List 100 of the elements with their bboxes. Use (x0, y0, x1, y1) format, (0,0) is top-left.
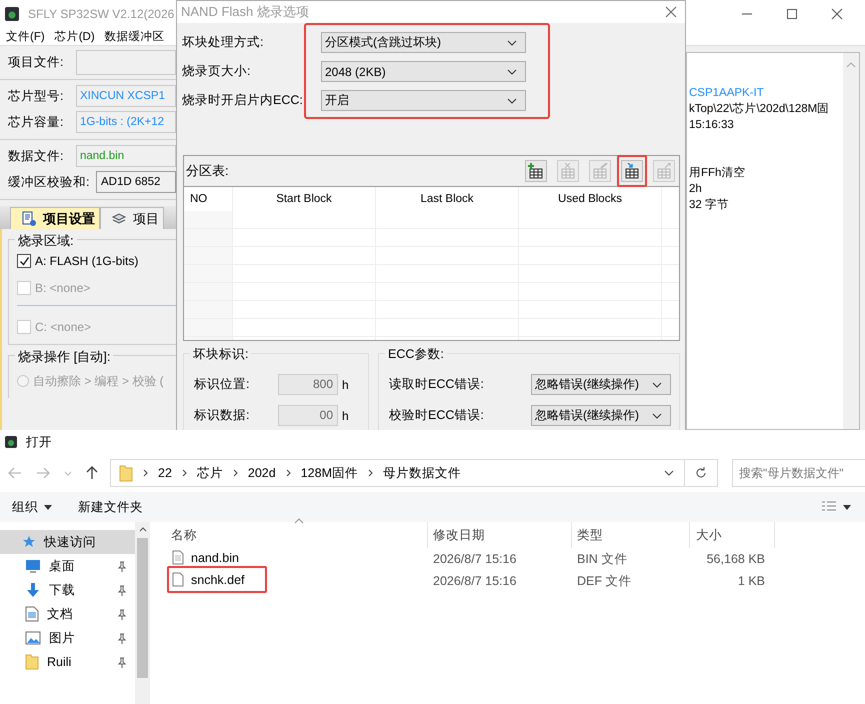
chevron-down-icon (507, 40, 517, 46)
breadcrumb-item[interactable]: 母片数据文件 (383, 464, 461, 482)
checkbox-label: A: FLASH (1G-bits) (35, 254, 138, 268)
dropdown[interactable]: 忽略错误(继续操作) (531, 374, 671, 395)
tab[interactable]: 项目设置 (10, 207, 100, 229)
sidebar-item[interactable]: 桌面 (0, 554, 135, 578)
maximize-icon[interactable] (786, 8, 798, 20)
close-icon[interactable] (665, 6, 677, 18)
field-label: 标识数据: (194, 407, 250, 424)
scroll-up-icon[interactable] (138, 526, 146, 532)
import-button[interactable] (621, 160, 643, 182)
chevron-down-icon[interactable] (664, 470, 674, 476)
log-line: 用FFh清空 (689, 165, 746, 181)
field-label: 读取时ECC错误: (389, 376, 485, 393)
field-label: 数据文件: (8, 148, 64, 164)
export-button[interactable] (653, 160, 675, 182)
table-row[interactable] (184, 319, 679, 337)
app-icon (4, 6, 20, 22)
caret-icon[interactable] (843, 504, 851, 510)
picture-icon (25, 631, 41, 645)
sidebar-item[interactable]: 下载 (0, 578, 135, 602)
project-file-field[interactable] (76, 50, 176, 74)
download-arrow-icon (25, 582, 41, 598)
address-bar[interactable]: 22 芯片 202d 128M固件 母片数据文件 (110, 459, 685, 487)
table-cell-text: 1 KB (736, 574, 766, 588)
input-field: 800 (278, 374, 338, 395)
dropdown[interactable]: 开启 (321, 90, 526, 111)
checkbox-label: C: <none> (35, 320, 92, 334)
column-header[interactable]: 修改日期 (428, 522, 572, 548)
table-row[interactable] (184, 211, 679, 229)
column-header[interactable]: Last Block (376, 187, 519, 211)
dropdown[interactable]: 忽略错误(继续操作) (531, 405, 671, 426)
search-field[interactable]: 搜索"母片数据文件" (732, 459, 865, 487)
column-header[interactable]: Used Blocks (519, 187, 662, 211)
menu-item[interactable]: 文件(F) (6, 28, 45, 44)
table-row[interactable] (184, 247, 679, 265)
table-row[interactable] (184, 283, 679, 301)
field-label: 芯片型号: (8, 88, 64, 104)
unit-label: h (342, 408, 349, 422)
sidebar-item[interactable]: Ruili (0, 650, 135, 674)
sidebar-item[interactable]: 快速访问 (0, 530, 135, 554)
chip-field: 1G-bits : (2K+12 (76, 111, 176, 133)
breadcrumb-item[interactable]: 22 (158, 466, 172, 480)
tab[interactable]: 项目 (100, 207, 164, 229)
checkbox[interactable] (17, 254, 31, 268)
folder-icon (25, 654, 39, 670)
file-name[interactable]: snchk.def (191, 572, 245, 586)
chevron-right-icon (286, 469, 291, 477)
input-field: 00 (278, 405, 338, 426)
chevron-down-icon (507, 68, 517, 74)
group-title: 烧录操作 [自动]: (15, 348, 114, 366)
close-icon[interactable] (831, 8, 843, 20)
field-label: 缓冲区校验和: (8, 174, 90, 190)
sidebar-item[interactable]: 文档 (0, 602, 135, 626)
field-label: 标识位置: (194, 376, 250, 393)
toolbar-button[interactable]: 组织 (12, 498, 52, 516)
breadcrumb-item[interactable]: 202d (248, 466, 276, 480)
unit-label: h (342, 378, 349, 392)
table-row[interactable] (184, 229, 679, 247)
refresh-button[interactable] (684, 459, 718, 487)
dropdown[interactable]: 2048 (2KB) (321, 61, 526, 82)
file-name[interactable]: nand.bin (191, 550, 239, 564)
panel-title: 分区表: (186, 162, 229, 180)
option-label: 烧录时开启片内ECC: (182, 92, 304, 109)
table-cell-text: BIN 文件 (576, 550, 628, 568)
back-arrow-icon[interactable] (8, 467, 22, 479)
log-line: CSP1AAPK-IT (689, 86, 765, 101)
scrollbar[interactable] (843, 53, 859, 429)
option-label: 烧录页大小: (182, 63, 252, 80)
column-header[interactable]: 类型 (572, 522, 690, 548)
add-row-button[interactable] (525, 160, 547, 182)
table-row[interactable] (184, 301, 679, 319)
sidebar-item[interactable]: 图片 (0, 626, 135, 650)
checksum-field: AD1D 6852 (96, 171, 176, 193)
table-cell-text: 56,168 KB (706, 552, 766, 566)
menu-item[interactable]: 芯片(D) (54, 28, 95, 44)
group-title: 坏块标识: (190, 346, 252, 363)
breadcrumb-item[interactable]: 芯片 (196, 464, 223, 482)
breadcrumb-item[interactable]: 128M固件 (300, 464, 358, 482)
column-header[interactable]: Start Block (233, 187, 376, 211)
group-title: 烧录区域: (15, 232, 77, 250)
delete-row-button[interactable] (557, 160, 579, 182)
stack-icon (111, 210, 127, 226)
field-label: 芯片容量: (8, 114, 64, 130)
up-arrow-icon[interactable] (86, 466, 98, 480)
table-row[interactable] (184, 265, 679, 283)
table-cell-text: DEF 文件 (576, 572, 632, 590)
field-label: 项目文件: (8, 54, 64, 70)
column-header[interactable]: 大小 (690, 522, 775, 548)
table-cell-text: 2026/8/7 15:16 (432, 552, 518, 566)
forward-arrow-icon[interactable] (36, 467, 50, 479)
column-header[interactable]: 名称 (166, 522, 428, 548)
toolbar-button[interactable]: 新建文件夹 (78, 498, 143, 516)
menu-item[interactable]: 数据缓冲区 (104, 28, 165, 44)
edit-row-button[interactable] (589, 160, 611, 182)
chevron-down-icon (652, 382, 662, 388)
scrollbar[interactable] (135, 522, 150, 704)
table-cell-text: 2026/8/7 15:16 (432, 574, 518, 588)
window-title: SFLY SP32SW V2.12(2026 (28, 6, 174, 20)
dropdown[interactable]: 分区模式(含跳过坏块) (321, 32, 526, 53)
